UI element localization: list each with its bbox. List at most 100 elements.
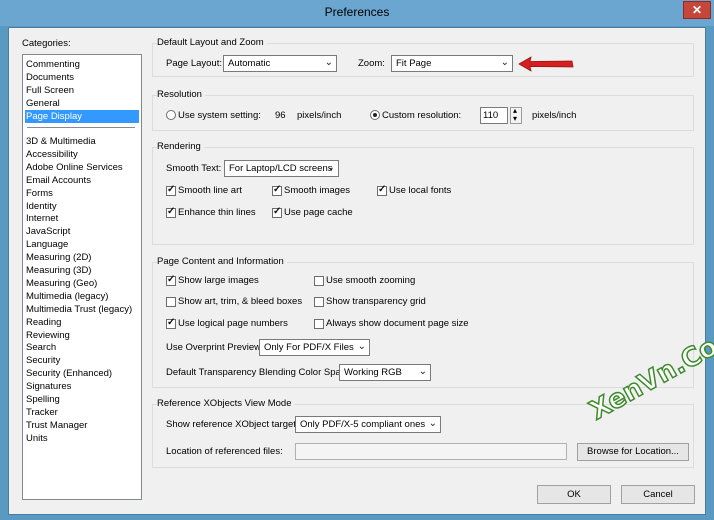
use-page-cache-checkbox[interactable]: ✓ [272, 206, 282, 218]
check-icon: ✓ [167, 274, 176, 285]
use-system-label: Use system setting: [178, 110, 261, 121]
show-xobject-targets-dropdown[interactable]: Only PDF/X-5 compliant ones ⌄ [295, 416, 441, 433]
page-layout-value: Automatic [228, 58, 271, 69]
chevron-down-icon: ⌄ [418, 366, 427, 377]
blending-space-label: Default Transparency Blending Color Spac… [166, 367, 354, 378]
category-item[interactable]: Reading [25, 316, 139, 329]
system-resolution-unit: pixels/inch [297, 110, 342, 121]
show-large-images-checkbox[interactable]: ✓ [166, 274, 176, 286]
ok-button[interactable]: OK [537, 485, 611, 504]
use-system-radio[interactable] [166, 110, 176, 120]
category-item[interactable]: Email Accounts [25, 174, 139, 187]
category-item[interactable]: Security (Enhanced) [25, 367, 139, 380]
category-item[interactable]: Security [25, 354, 139, 367]
category-item[interactable]: Measuring (3D) [25, 264, 139, 277]
overprint-preview-label: Use Overprint Preview: [166, 342, 264, 353]
always-show-doc-page-size-checkbox[interactable] [314, 319, 324, 329]
custom-resolution-label: Custom resolution: [382, 110, 462, 121]
show-xobject-targets-label: Show reference XObject targets: [166, 419, 304, 430]
category-item[interactable]: Measuring (Geo) [25, 277, 139, 290]
category-item[interactable]: Measuring (2D) [25, 251, 139, 264]
rendering-title: Rendering [157, 141, 204, 153]
category-item[interactable]: General [25, 97, 139, 110]
smooth-text-dropdown[interactable]: For Laptop/LCD screens ⌄ [224, 160, 339, 177]
category-item[interactable]: Tracker [25, 406, 139, 419]
chevron-down-icon: ⌄ [326, 162, 335, 173]
location-referenced-files-label: Location of referenced files: [166, 446, 283, 457]
close-button[interactable]: ✕ [683, 1, 711, 19]
category-item[interactable]: 3D & Multimedia [25, 135, 139, 148]
zoom-dropdown[interactable]: Fit Page ⌄ [391, 55, 513, 72]
chevron-down-icon: ⌄ [357, 341, 366, 352]
browse-location-button[interactable]: Browse for Location... [577, 443, 689, 461]
categories-list[interactable]: Commenting Documents Full Screen General Pag… [22, 54, 142, 500]
category-item[interactable]: Search [25, 341, 139, 354]
category-item[interactable]: Internet [25, 212, 139, 225]
category-item[interactable]: Identity [25, 200, 139, 213]
location-referenced-files-input[interactable] [295, 443, 567, 460]
resolution-spinner[interactable]: ▴ ▾ [510, 107, 522, 124]
overprint-preview-dropdown[interactable]: Only For PDF/X Files ⌄ [259, 339, 370, 356]
show-xobject-targets-value: Only PDF/X-5 compliant ones [300, 419, 426, 430]
category-item[interactable]: Language [25, 238, 139, 251]
category-item[interactable]: Reviewing [25, 329, 139, 342]
use-smooth-zooming-checkbox[interactable] [314, 276, 324, 286]
preferences-window: Preferences ✕ Categories: Commenting Docu… [0, 0, 714, 520]
category-item[interactable]: Commenting [25, 58, 139, 71]
category-item[interactable]: Accessibility [25, 148, 139, 161]
check-icon: ✓ [273, 184, 282, 195]
categories-label: Categories: [22, 38, 71, 49]
use-local-fonts-label: Use local fonts [389, 185, 452, 196]
category-item[interactable]: Multimedia (legacy) [25, 290, 139, 303]
show-large-images-label: Show large images [178, 275, 259, 286]
category-item[interactable]: Adobe Online Services [25, 161, 139, 174]
page-layout-label: Page Layout: [166, 58, 222, 69]
category-item[interactable]: Forms [25, 187, 139, 200]
category-item[interactable]: Signatures [25, 380, 139, 393]
smooth-text-value: For Laptop/LCD screens [229, 163, 333, 174]
zoom-value: Fit Page [396, 58, 432, 69]
xobjects-title: Reference XObjects View Mode [157, 398, 295, 410]
title-bar[interactable]: Preferences ✕ [0, 0, 714, 26]
smooth-images-checkbox[interactable]: ✓ [272, 184, 282, 196]
categories-divider [27, 127, 135, 128]
resolution-title: Resolution [157, 89, 205, 101]
smooth-line-art-label: Smooth line art [178, 185, 242, 196]
category-item[interactable]: Page Display [25, 110, 139, 123]
use-logical-page-numbers-checkbox[interactable]: ✓ [166, 317, 176, 329]
window-title: Preferences [324, 5, 390, 19]
category-item[interactable]: Trust Manager [25, 419, 139, 432]
spin-down-icon[interactable]: ▾ [513, 115, 517, 123]
check-icon: ✓ [167, 206, 176, 217]
category-item[interactable]: Documents [25, 71, 139, 84]
category-item[interactable]: JavaScript [25, 225, 139, 238]
red-arrow-icon [518, 56, 574, 72]
category-item[interactable]: Spelling [25, 393, 139, 406]
check-icon: ✓ [273, 206, 282, 217]
use-page-cache-label: Use page cache [284, 207, 353, 218]
overprint-preview-value: Only For PDF/X Files [264, 342, 354, 353]
category-item[interactable]: Multimedia Trust (legacy) [25, 303, 139, 316]
category-item[interactable]: Units [25, 432, 139, 445]
cancel-button[interactable]: Cancel [621, 485, 695, 504]
zoom-label: Zoom: [358, 58, 385, 69]
page-layout-dropdown[interactable]: Automatic ⌄ [223, 55, 337, 72]
chevron-down-icon: ⌄ [324, 57, 333, 68]
use-local-fonts-checkbox[interactable]: ✓ [377, 184, 387, 196]
show-art-trim-checkbox[interactable] [166, 297, 176, 307]
smooth-line-art-checkbox[interactable]: ✓ [166, 184, 176, 196]
custom-resolution-input[interactable]: 110 [480, 107, 508, 124]
check-icon: ✓ [167, 184, 176, 195]
always-show-doc-page-size-label: Always show document page size [326, 318, 469, 329]
show-transparency-grid-checkbox[interactable] [314, 297, 324, 307]
category-item[interactable]: Full Screen [25, 84, 139, 97]
smooth-text-label: Smooth Text: [166, 163, 222, 174]
enhance-thin-lines-checkbox[interactable]: ✓ [166, 206, 176, 218]
use-logical-page-numbers-label: Use logical page numbers [178, 318, 288, 329]
smooth-images-label: Smooth images [284, 185, 351, 196]
blending-space-dropdown[interactable]: Working RGB ⌄ [339, 364, 431, 381]
custom-resolution-radio[interactable] [370, 110, 380, 120]
check-icon: ✓ [378, 184, 387, 195]
system-resolution-value: 96 [275, 110, 286, 121]
dialog-client-area: Categories: Commenting Documents Full Scre… [8, 27, 706, 515]
